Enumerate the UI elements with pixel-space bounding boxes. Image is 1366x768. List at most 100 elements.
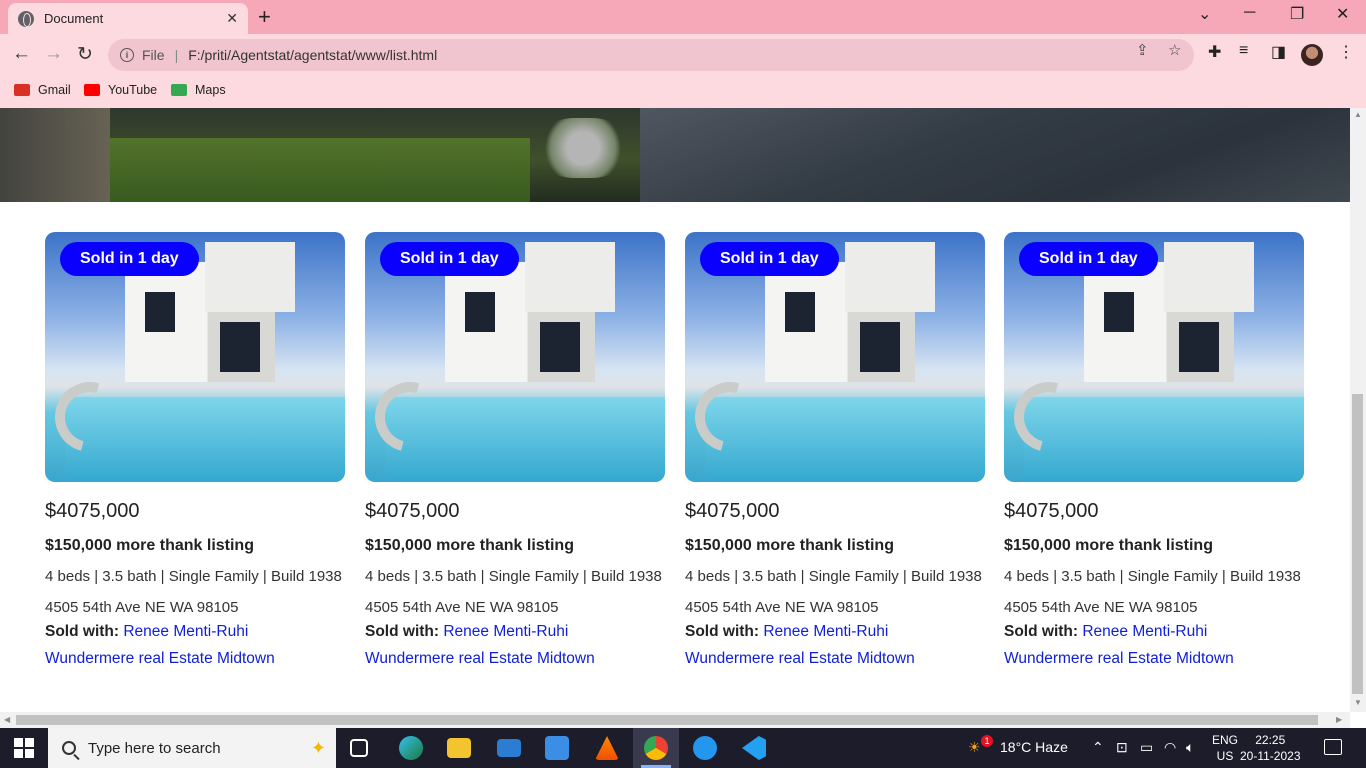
- listing-price: $4075,000: [685, 500, 780, 522]
- listing-card[interactable]: Sold in 1 day $4075,000 $150,000 more th…: [1004, 232, 1304, 668]
- weather-icon[interactable]: ☀: [968, 739, 981, 756]
- window-close-icon[interactable]: ✕: [1336, 4, 1349, 24]
- volume-icon[interactable]: 🔈︎: [1186, 739, 1194, 756]
- notifications-icon[interactable]: [1324, 739, 1342, 755]
- mail-icon[interactable]: [497, 739, 521, 757]
- listing-photo[interactable]: Sold in 1 day: [365, 232, 665, 482]
- scroll-up-icon[interactable]: ▲: [1354, 110, 1362, 119]
- bookmark-label: YouTube: [108, 83, 158, 97]
- chrome-icon[interactable]: [644, 736, 668, 760]
- battery-icon[interactable]: ▭: [1140, 739, 1153, 756]
- docker-icon[interactable]: [693, 736, 717, 760]
- horizontal-scroll-thumb[interactable]: [16, 715, 1318, 725]
- site-info-icon[interactable]: i: [120, 48, 134, 62]
- listing-photo[interactable]: Sold in 1 day: [1004, 232, 1304, 482]
- tab-search-chevron-icon[interactable]: ⌄: [1198, 4, 1211, 24]
- restore-icon[interactable]: ❐: [1290, 4, 1304, 24]
- browser-tab[interactable]: Document ✕: [8, 3, 248, 34]
- search-placeholder: Type here to search: [88, 739, 221, 757]
- edge-icon[interactable]: [399, 736, 423, 760]
- back-arrow-icon[interactable]: ←: [12, 43, 31, 65]
- profile-avatar[interactable]: [1301, 44, 1323, 66]
- tab-title: Document: [44, 11, 104, 26]
- vscode-icon[interactable]: [742, 736, 766, 760]
- bookmark-star-icon[interactable]: ☆: [1168, 41, 1181, 59]
- file-explorer-icon[interactable]: [447, 738, 471, 758]
- clock[interactable]: 22:25 20-11-2023: [1240, 732, 1301, 764]
- sold-with: Sold with: Renee Menti-Ruhi: [685, 623, 985, 641]
- sold-badge: Sold in 1 day: [380, 242, 519, 276]
- sold-with-label: Sold with:: [685, 623, 760, 640]
- address-bar[interactable]: i File | F:/priti/Agentstat/agentstat/ww…: [108, 39, 1194, 71]
- sold-badge: Sold in 1 day: [60, 242, 199, 276]
- agent-link[interactable]: Renee Menti-Ruhi: [123, 623, 248, 640]
- search-icon: [62, 741, 76, 755]
- sparkle-icon: ✦: [310, 737, 326, 758]
- sold-with: Sold with: Renee Menti-Ruhi: [365, 623, 665, 641]
- agent-link[interactable]: Renee Menti-Ruhi: [763, 623, 888, 640]
- taskbar-search[interactable]: Type here to search ✦: [48, 728, 336, 768]
- show-hidden-icons-chevron-icon[interactable]: ⌃: [1092, 739, 1104, 756]
- page-viewport: Sold in 1 day $4075,000 $150,000 more th…: [0, 108, 1350, 712]
- listing-address: 4505 54th Ave NE WA 98105: [685, 599, 879, 616]
- sold-with-label: Sold with:: [365, 623, 440, 640]
- tab-close-icon[interactable]: ✕: [226, 10, 238, 27]
- bookmark-youtube[interactable]: YouTube: [84, 83, 157, 97]
- listing-price: $4075,000: [45, 500, 140, 522]
- sold-with-label: Sold with:: [45, 623, 120, 640]
- maps-icon: [171, 84, 187, 96]
- office-link[interactable]: Wundermere real Estate Midtown: [365, 650, 665, 668]
- listing-price: $4075,000: [1004, 500, 1099, 522]
- address-separator: |: [174, 47, 179, 63]
- office-link[interactable]: Wundermere real Estate Midtown: [1004, 650, 1304, 668]
- bookmarks-bar: Gmail YouTube Maps: [0, 76, 1366, 108]
- forward-arrow-icon[interactable]: →: [44, 43, 63, 65]
- weather-badge: 1: [981, 735, 993, 747]
- listing-price: $4075,000: [365, 500, 460, 522]
- windows-start-icon[interactable]: [14, 738, 34, 758]
- globe-icon: [18, 10, 34, 27]
- bookmark-maps[interactable]: Maps: [171, 83, 226, 97]
- listing-card[interactable]: Sold in 1 day $4075,000 $150,000 more th…: [685, 232, 985, 668]
- share-icon[interactable]: ⇪: [1136, 41, 1149, 59]
- store-icon[interactable]: [545, 736, 569, 760]
- meet-now-icon[interactable]: ⊡: [1116, 739, 1128, 756]
- listing-photo[interactable]: Sold in 1 day: [685, 232, 985, 482]
- side-panel-icon[interactable]: ◨: [1271, 42, 1286, 62]
- listing-address: 4505 54th Ave NE WA 98105: [365, 599, 559, 616]
- listing-address: 4505 54th Ave NE WA 98105: [45, 599, 239, 616]
- vertical-scrollbar[interactable]: ▲ ▼: [1350, 108, 1366, 712]
- vertical-scroll-thumb[interactable]: [1352, 394, 1363, 694]
- scroll-left-icon[interactable]: ◀: [4, 715, 10, 724]
- minimize-icon[interactable]: ─: [1244, 4, 1255, 22]
- bookmark-gmail[interactable]: Gmail: [14, 83, 71, 97]
- listing-photo[interactable]: Sold in 1 day: [45, 232, 345, 482]
- extensions-puzzle-icon[interactable]: ✚: [1208, 42, 1221, 62]
- new-tab-button[interactable]: +: [258, 4, 271, 30]
- listing-specs: 4 beds | 3.5 bath | Single Family | Buil…: [1004, 568, 1301, 585]
- reload-icon[interactable]: ↻: [77, 43, 93, 66]
- scroll-right-icon[interactable]: ▶: [1336, 715, 1342, 724]
- office-link[interactable]: Wundermere real Estate Midtown: [45, 650, 345, 668]
- vlc-icon[interactable]: [595, 736, 619, 760]
- agent-link[interactable]: Renee Menti-Ruhi: [443, 623, 568, 640]
- clock-time: 22:25: [1255, 733, 1286, 747]
- weather-text[interactable]: 18°C Haze: [1000, 739, 1068, 755]
- horizontal-scrollbar[interactable]: ◀ ▶: [0, 712, 1350, 728]
- browser-toolbar: ← → ↻ i File | F:/priti/Agentstat/agents…: [0, 34, 1366, 76]
- input-language[interactable]: ENG US: [1212, 732, 1238, 764]
- task-view-icon[interactable]: [350, 739, 368, 757]
- menu-kebab-icon[interactable]: ⋮: [1338, 42, 1354, 62]
- listing-difference: $150,000 more thank listing: [685, 537, 894, 554]
- scroll-down-icon[interactable]: ▼: [1354, 698, 1362, 707]
- office-link[interactable]: Wundermere real Estate Midtown: [685, 650, 985, 668]
- listing-card[interactable]: Sold in 1 day $4075,000 $150,000 more th…: [365, 232, 665, 668]
- wifi-icon[interactable]: ◠: [1164, 739, 1176, 756]
- sold-with: Sold with: Renee Menti-Ruhi: [45, 623, 345, 641]
- bookmark-label: Gmail: [38, 83, 71, 97]
- listing-difference: $150,000 more thank listing: [45, 537, 254, 554]
- listing-card[interactable]: Sold in 1 day $4075,000 $150,000 more th…: [45, 232, 345, 668]
- address-url[interactable]: F:/priti/Agentstat/agentstat/www/list.ht…: [188, 47, 437, 63]
- media-queue-icon[interactable]: ≡: [1239, 42, 1248, 60]
- agent-link[interactable]: Renee Menti-Ruhi: [1082, 623, 1207, 640]
